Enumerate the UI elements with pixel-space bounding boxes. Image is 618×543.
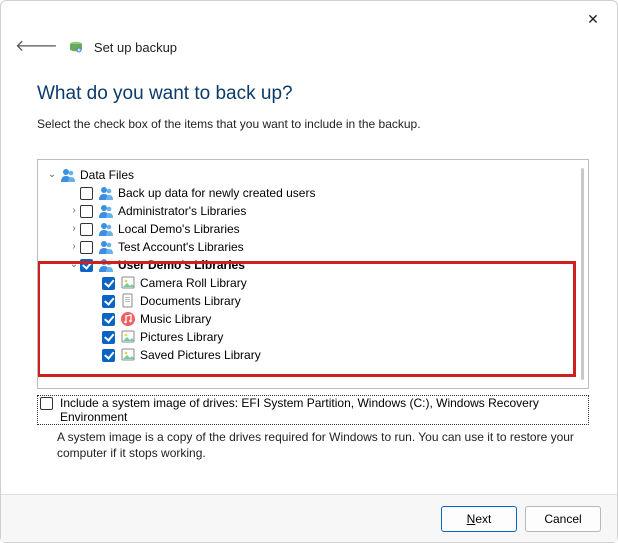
system-image-option[interactable]: Include a system image of drives: EFI Sy…: [37, 395, 589, 425]
system-image-label: Include a system image of drives: EFI Sy…: [60, 396, 586, 424]
people-icon: [98, 203, 114, 219]
close-button[interactable]: ✕: [583, 9, 603, 29]
tree-label: Back up data for newly created users: [118, 184, 315, 202]
page-heading: What do you want to back up?: [37, 83, 589, 105]
checkbox[interactable]: [80, 187, 93, 200]
tree-label: Documents Library: [140, 292, 241, 310]
tree-label: Camera Roll Library: [140, 274, 247, 292]
caret-icon[interactable]: ›: [68, 238, 80, 256]
tree-row-music-library[interactable]: › Music Library: [46, 310, 584, 328]
window-title: Set up backup: [94, 40, 177, 55]
picture-icon: [120, 329, 136, 345]
people-icon: [98, 239, 114, 255]
scrollbar[interactable]: [581, 168, 584, 380]
cancel-button[interactable]: Cancel: [525, 506, 601, 532]
caret-icon[interactable]: ⌄: [46, 166, 58, 184]
checkbox[interactable]: [80, 241, 93, 254]
tree-label: Pictures Library: [140, 328, 223, 346]
checkbox[interactable]: [102, 277, 115, 290]
tree-row-user-demos-libraries[interactable]: ⌄ User Demo's Libraries: [46, 256, 584, 274]
back-button[interactable]: 🡐: [15, 39, 58, 55]
backup-icon: [68, 39, 84, 55]
picture-icon: [120, 275, 136, 291]
tree-row-newly-created-users[interactable]: › Back up data for newly created users: [46, 184, 584, 202]
tree-label: Administrator's Libraries: [118, 202, 246, 220]
checkbox[interactable]: [40, 397, 53, 410]
tree-row-camera-roll-library[interactable]: › Camera Roll Library: [46, 274, 584, 292]
people-icon: [98, 185, 114, 201]
tree-label: Data Files: [80, 166, 134, 184]
tree-label: Local Demo's Libraries: [118, 220, 240, 238]
tree-row-test-accounts-libraries[interactable]: › Test Account's Libraries: [46, 238, 584, 256]
people-icon: [60, 167, 76, 183]
checkbox[interactable]: [80, 223, 93, 236]
caret-icon[interactable]: ›: [68, 220, 80, 238]
tree-row-documents-library[interactable]: › Documents Library: [46, 292, 584, 310]
picture-icon: [120, 347, 136, 363]
system-image-note: A system image is a copy of the drives r…: [37, 429, 589, 461]
checkbox[interactable]: [80, 259, 93, 272]
checkbox[interactable]: [80, 205, 93, 218]
tree-label: User Demo's Libraries: [118, 256, 245, 274]
document-icon: [120, 293, 136, 309]
tree-label: Saved Pictures Library: [140, 346, 261, 364]
page-instruction: Select the check box of the items that y…: [37, 117, 589, 131]
checkbox[interactable]: [102, 313, 115, 326]
tree-row-pictures-library[interactable]: › Pictures Library: [46, 328, 584, 346]
backup-items-tree: ⌄ Data Files › Back up data for newly cr…: [37, 159, 589, 389]
dialog-footer: Next Cancel: [1, 494, 617, 542]
checkbox[interactable]: [102, 295, 115, 308]
checkbox[interactable]: [102, 349, 115, 362]
checkbox[interactable]: [102, 331, 115, 344]
tree-row-data-files[interactable]: ⌄ Data Files: [46, 166, 584, 184]
next-button[interactable]: Next: [441, 506, 517, 532]
tree-label: Music Library: [140, 310, 211, 328]
people-icon: [98, 257, 114, 273]
music-icon: [120, 311, 136, 327]
caret-icon[interactable]: ›: [68, 202, 80, 220]
people-icon: [98, 221, 114, 237]
tree-label: Test Account's Libraries: [118, 238, 244, 256]
caret-icon[interactable]: ⌄: [68, 256, 80, 274]
tree-row-local-demos-libraries[interactable]: › Local Demo's Libraries: [46, 220, 584, 238]
tree-row-administrators-libraries[interactable]: › Administrator's Libraries: [46, 202, 584, 220]
tree-row-saved-pictures-library[interactable]: › Saved Pictures Library: [46, 346, 584, 364]
